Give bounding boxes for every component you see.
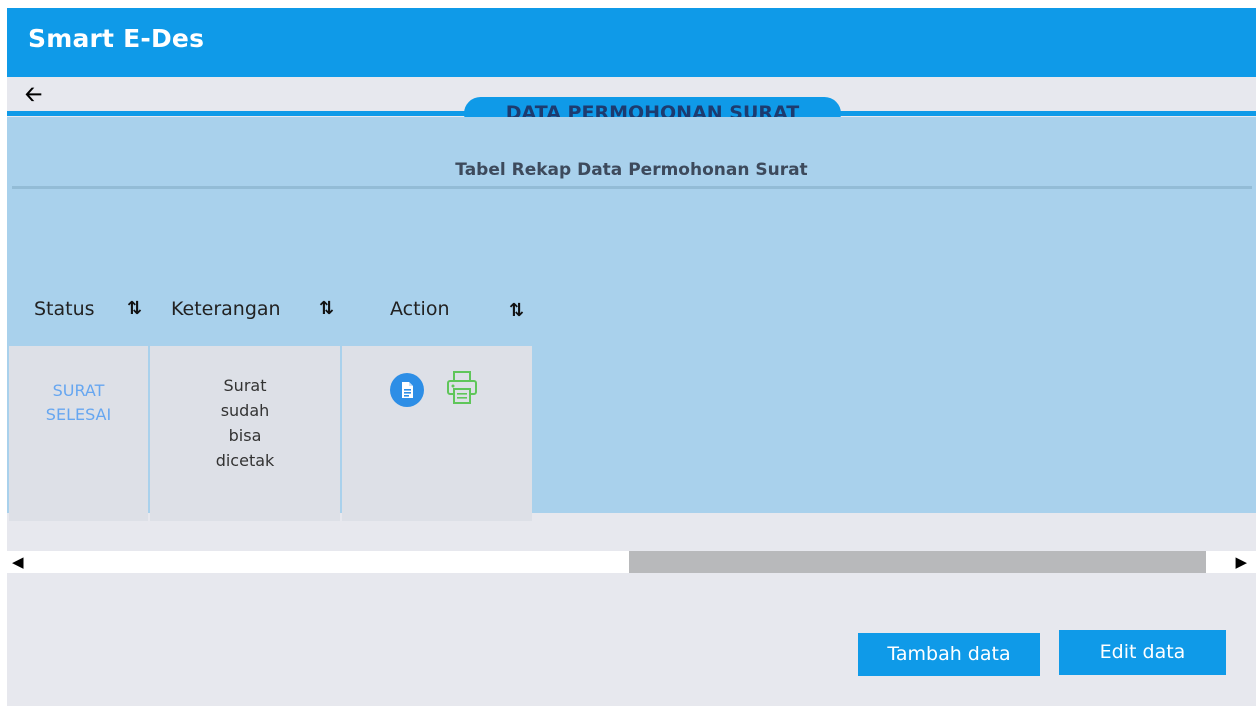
table-cell-keterangan: Surat sudah bisa dicetak bbox=[150, 346, 340, 521]
scroll-left-icon[interactable]: ◀ bbox=[12, 553, 24, 571]
edit-data-button[interactable]: Edit data bbox=[1059, 630, 1226, 675]
column-header-keterangan: Keterangan bbox=[171, 298, 281, 320]
table-cell-status: SURAT SELESAI bbox=[9, 346, 148, 521]
scroll-right-icon[interactable]: ▶ bbox=[1235, 553, 1247, 571]
table-panel: Tabel Rekap Data Permohonan Surat Status… bbox=[7, 117, 1256, 521]
column-header-action: Action bbox=[390, 298, 450, 320]
table-cell-action bbox=[342, 346, 532, 521]
app-title: Smart E-Des bbox=[28, 24, 205, 53]
status-badge: SURAT SELESAI bbox=[45, 381, 112, 424]
subtitle-divider bbox=[12, 186, 1252, 189]
sort-updown-icon[interactable]: ⇅ bbox=[509, 300, 524, 321]
printer-icon[interactable] bbox=[445, 370, 479, 406]
scrollbar-thumb[interactable] bbox=[629, 551, 1206, 573]
sort-updown-icon[interactable]: ⇅ bbox=[127, 298, 142, 319]
back-arrow-icon[interactable]: 🡠 bbox=[25, 83, 47, 105]
app-frame: Smart E-Des 🡠 DATA PERMOHONAN SURAT Tabe… bbox=[7, 8, 1256, 706]
document-icon[interactable] bbox=[390, 373, 424, 407]
table-subtitle: Tabel Rekap Data Permohonan Surat bbox=[455, 160, 808, 180]
add-data-button[interactable]: Tambah data bbox=[858, 633, 1040, 676]
horizontal-scrollbar[interactable]: ◀ ▶ bbox=[7, 551, 1256, 573]
keterangan-text: Surat sudah bisa dicetak bbox=[215, 376, 275, 470]
app-header: Smart E-Des bbox=[7, 8, 1256, 77]
column-header-status: Status bbox=[34, 298, 95, 320]
sort-updown-icon[interactable]: ⇅ bbox=[319, 298, 334, 319]
